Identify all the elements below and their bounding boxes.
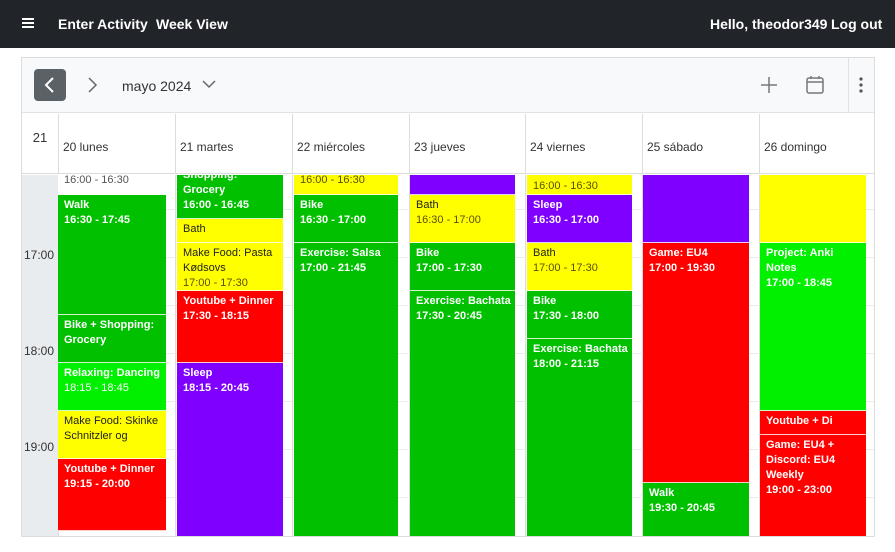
day-header-thu[interactable]: 23 jueves (409, 114, 525, 174)
time-label-18: 18:00 (24, 344, 55, 358)
event-tue-make-food[interactable]: Make Food: Pasta Kødsovs 17:00 - 17:30 (177, 243, 283, 291)
nav-enter-activity[interactable]: Enter Activity (58, 16, 148, 32)
event-sat-0[interactable] (643, 175, 749, 243)
more-vertical-icon (859, 77, 863, 93)
day-header-row: 21 20 lunes 21 martes 22 miércoles 23 ju… (22, 114, 874, 174)
time-gutter: 17:00 18:00 19:00 (22, 175, 58, 536)
event-mon-0[interactable]: 16:00 - 16:30 (58, 175, 166, 195)
event-mon-walk[interactable]: Walk 16:30 - 17:45 (58, 195, 166, 315)
chevron-right-icon (88, 77, 98, 93)
event-wed-bike[interactable]: Bike 16:30 - 17:00 (294, 195, 398, 243)
event-sun-game[interactable]: Game: EU4 + Discord: EU4 Weekly 19:00 - … (760, 435, 866, 536)
event-sun-0[interactable] (760, 175, 866, 243)
day-header-sat[interactable]: 25 sábado (642, 114, 759, 174)
next-button[interactable] (80, 69, 104, 101)
event-mon-bike-shopping[interactable]: Bike + Shopping: Grocery (58, 315, 166, 363)
chevron-left-icon (44, 77, 54, 93)
chevron-down-icon[interactable] (200, 75, 218, 93)
toolbar-divider (848, 58, 849, 113)
month-label[interactable]: mayo 2024 (122, 78, 191, 94)
hamburger-icon[interactable] (22, 18, 34, 28)
nav-week-view[interactable]: Week View (156, 16, 228, 32)
event-sat-game[interactable]: Game: EU4 17:00 - 19:30 (643, 243, 749, 483)
event-mon-relaxing[interactable]: Relaxing: Dancing 18:15 - 18:45 (58, 363, 166, 411)
day-header-fri[interactable]: 24 viernes (525, 114, 642, 174)
event-fri-bike[interactable]: Bike 17:30 - 18:00 (527, 291, 632, 339)
day-header-sun[interactable]: 26 domingo (759, 114, 874, 174)
previous-button[interactable] (34, 69, 66, 101)
calendar-button[interactable] (804, 74, 826, 96)
plus-icon (761, 77, 777, 93)
event-fri-0[interactable]: 16:00 - 16:30 (527, 175, 632, 195)
calendar-card: mayo 2024 21 20 lunes 21 martes 22 miérc… (21, 57, 875, 537)
event-thu-bike[interactable]: Bike 17:00 - 17:30 (410, 243, 515, 291)
day-header-mon[interactable]: 20 lunes (58, 114, 175, 174)
event-tue-shopping[interactable]: Shopping: Grocery 16:00 - 16:45 (177, 175, 283, 219)
event-sat-walk[interactable]: Walk 19:30 - 20:45 (643, 483, 749, 536)
day-header-tue[interactable]: 21 martes (175, 114, 292, 174)
event-thu-0[interactable] (410, 175, 515, 195)
time-label-19: 19:00 (24, 440, 55, 454)
day-header-wed[interactable]: 22 miércoles (292, 114, 409, 174)
event-mon-youtube[interactable]: Youtube + Dinner 19:15 - 20:00 (58, 459, 166, 531)
calendar-toolbar: mayo 2024 (22, 58, 874, 113)
event-fri-bath[interactable]: Bath 17:00 - 17:30 (527, 243, 632, 291)
time-label-17: 17:00 (24, 248, 55, 262)
event-sun-project[interactable]: Project: Anki Notes 17:00 - 18:45 (760, 243, 866, 411)
event-tue-sleep[interactable]: Sleep 18:15 - 20:45 (177, 363, 283, 536)
event-tue-bath[interactable]: Bath (177, 219, 283, 243)
event-fri-sleep[interactable]: Sleep 16:30 - 17:00 (527, 195, 632, 243)
event-wed-0[interactable]: 16:00 - 16:30 (294, 175, 398, 195)
user-greeting: Hello, theodor349 (710, 16, 828, 32)
event-thu-bachata[interactable]: Exercise: Bachata 17:30 - 20:45 (410, 291, 515, 536)
add-button[interactable] (758, 74, 780, 96)
top-navbar: Enter Activity Week View Hello, theodor3… (0, 0, 895, 48)
logout-link[interactable]: Log out (831, 16, 882, 32)
event-sun-youtube[interactable]: Youtube + Di (760, 411, 866, 435)
calendar-icon (806, 76, 824, 94)
event-wed-salsa[interactable]: Exercise: Salsa 17:00 - 21:45 (294, 243, 398, 536)
event-tue-youtube[interactable]: Youtube + Dinner 17:30 - 18:15 (177, 291, 283, 363)
time-grid[interactable]: 17:00 18:00 19:00 16:00 - 16:30 Walk 16:… (22, 175, 874, 536)
week-number: 21 (32, 130, 48, 145)
event-mon-make-food[interactable]: Make Food: Skinke Schnitzler og (58, 411, 166, 459)
more-options-button[interactable] (852, 74, 870, 96)
event-thu-bath[interactable]: Bath 16:30 - 17:00 (410, 195, 515, 243)
event-fri-bachata[interactable]: Exercise: Bachata 18:00 - 21:15 (527, 339, 632, 536)
